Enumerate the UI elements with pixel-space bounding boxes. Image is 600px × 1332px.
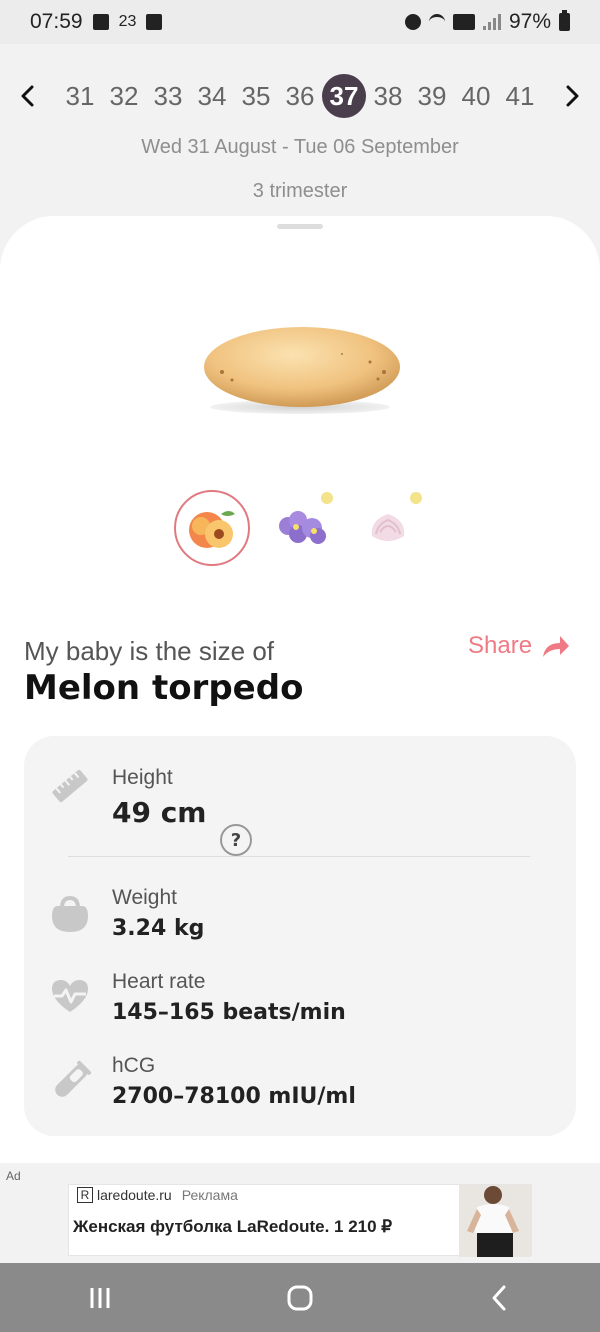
home-button[interactable] [260, 1268, 340, 1328]
alarm-icon [404, 14, 421, 30]
share-button[interactable]: Share [468, 632, 570, 660]
size-label: My baby is the size of [24, 636, 274, 666]
week-37[interactable]: 37 [322, 74, 366, 118]
week-32[interactable]: 32 [102, 74, 146, 118]
wifi-icon [428, 14, 445, 30]
ad-link[interactable]: R laredoute.ru Реклама Женская футболка … [68, 1184, 532, 1257]
heart-rate-value: 145–165 beats/min [112, 1000, 346, 1025]
heart-rate-label: Heart rate [112, 970, 206, 993]
system-nav-bar [0, 1263, 600, 1332]
new-indicator-dot [321, 492, 333, 504]
week-date-range: Wed 31 August - Tue 06 September [141, 136, 459, 158]
ruler-icon [52, 769, 88, 803]
thumbnail-peach[interactable] [174, 490, 250, 566]
week-41[interactable]: 41 [498, 74, 542, 118]
week-33[interactable]: 33 [146, 74, 190, 118]
back-button[interactable] [460, 1268, 540, 1328]
ad-marker-icon: R [77, 1187, 93, 1203]
volte-icon [452, 14, 475, 30]
stats-divider [68, 856, 530, 857]
ad-product-image [459, 1185, 531, 1257]
home-icon [287, 1285, 313, 1310]
week-35[interactable]: 35 [234, 74, 278, 118]
gallery-icon [92, 14, 109, 30]
weight-value: 3.24 kg [112, 916, 205, 941]
week-31[interactable]: 31 [58, 74, 102, 118]
chevron-right-icon [566, 85, 579, 107]
violet-flower-icon [279, 511, 326, 544]
share-arrow-icon [543, 636, 570, 657]
ad-reklama-label: Реклама [181, 1187, 238, 1203]
baby-stats-card: Height 49 cm ? Weight 3.24 kg Heart rate… [24, 736, 576, 1136]
test-tube-icon [55, 1060, 92, 1097]
status-bar: 07:59 23 97% [0, 0, 600, 44]
peach-icon [189, 511, 235, 548]
ad-banner: Ad R laredoute.ru Реклама Женская футбол… [0, 1163, 600, 1263]
marshmallow-icon [371, 514, 405, 541]
ad-domain: laredoute.ru [97, 1187, 172, 1203]
hcg-label: hCG [112, 1054, 156, 1077]
weight-icon [52, 895, 88, 932]
trimester-label: 3 trimester [252, 180, 348, 202]
week-40[interactable]: 40 [454, 74, 498, 118]
chevron-left-icon [21, 85, 34, 107]
size-comparison-thumbnails [0, 490, 600, 568]
week-34[interactable]: 34 [190, 74, 234, 118]
week-picker: 31 32 33 34 35 36 37 38 39 40 41 [0, 72, 600, 120]
status-temperature: 23 [118, 13, 137, 30]
status-time: 07:59 [30, 10, 83, 33]
back-icon [492, 1285, 506, 1310]
tshirt-model-image [459, 1185, 531, 1257]
week-36[interactable]: 36 [278, 74, 322, 118]
prev-week-button[interactable] [0, 72, 56, 120]
hcg-value: 2700–78100 mIU/ml [112, 1084, 356, 1109]
status-battery-percent: 97% [508, 10, 551, 33]
height-label: Height [112, 766, 173, 789]
height-help-button[interactable]: ? [220, 824, 252, 856]
share-label: Share [468, 632, 533, 659]
ad-title: Женская футболка LaRedoute. 1 210 ₽ [73, 1217, 393, 1236]
notification-icon [146, 14, 163, 30]
size-fruit-name: Melon torpedo [24, 668, 304, 708]
melon-torpedo-image [204, 327, 400, 407]
recent-apps-icon [90, 1287, 110, 1308]
new-indicator-dot [410, 492, 422, 504]
weight-label: Weight [112, 886, 177, 909]
heart-rate-icon [52, 980, 88, 1012]
battery-icon [559, 10, 570, 31]
next-week-button[interactable] [544, 72, 600, 120]
recent-apps-button[interactable] [60, 1268, 140, 1328]
week-38[interactable]: 38 [366, 74, 410, 118]
main-sheet: My baby is the size of Melon torpedo Sha… [0, 216, 600, 1166]
ad-tag: Ad [6, 1169, 21, 1183]
sheet-drag-handle[interactable] [277, 224, 323, 229]
signal-icon [482, 14, 501, 30]
height-value: 49 cm [112, 796, 207, 829]
week-list: 31 32 33 34 35 36 37 38 39 40 41 [56, 74, 544, 118]
week-39[interactable]: 39 [410, 74, 454, 118]
